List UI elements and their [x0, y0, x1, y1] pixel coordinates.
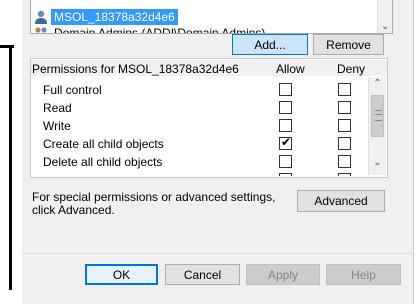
permission-row-partial [31, 171, 366, 176]
user-icon [33, 9, 49, 25]
security-dialog: MSOL_18378a32d4e6 Domain Admins (ADDI\Do… [22, 0, 413, 304]
permissions-list: Full control Read Write Create all child… [31, 76, 366, 176]
permission-name: Delete all child objects [43, 155, 163, 169]
principal-name: Domain Admins (ADDI\Domain Admins) [54, 26, 266, 34]
permission-name: Read [43, 101, 72, 115]
permissions-scrollbar[interactable]: ⌃ ⌄ [368, 77, 386, 175]
ok-button[interactable]: OK [85, 264, 158, 285]
permissions-for-label: Permissions for MSOL_18378a32d4e6 [32, 62, 239, 76]
permission-row-write: Write [31, 117, 366, 135]
permission-name: Full control [43, 83, 102, 97]
chevron-up-icon[interactable]: ⌃ [372, 78, 383, 92]
allow-checkbox[interactable] [279, 155, 292, 168]
add-button[interactable]: Add... [232, 34, 308, 55]
permission-row-delete-all-child-objects: Delete all child objects [31, 153, 366, 171]
check-icon: ✔ [281, 135, 292, 149]
special-permissions-hint: For special permissions or advanced sett… [32, 190, 276, 217]
allow-checkbox[interactable] [279, 119, 292, 132]
list-item-principal-domain-admins[interactable]: Domain Admins (ADDI\Domain Admins) [33, 25, 268, 34]
deny-checkbox[interactable] [338, 173, 351, 176]
allow-checkbox[interactable] [279, 83, 292, 96]
permission-row-full-control: Full control [31, 81, 366, 99]
group-icon [33, 25, 49, 33]
deny-checkbox[interactable] [338, 137, 351, 150]
allow-checkbox[interactable]: ✔ [279, 135, 292, 150]
permission-row-create-all-child-objects: Create all child objects ✔ [31, 135, 366, 153]
permission-row-read: Read [31, 99, 366, 117]
principal-name: MSOL_18378a32d4e6 [51, 9, 178, 25]
allow-column-header: Allow [276, 62, 305, 76]
chevron-down-icon[interactable]: ⌄ [372, 157, 383, 171]
scrollbar-thumb[interactable] [371, 95, 384, 137]
permission-name: Create all child objects [43, 137, 164, 151]
advanced-button[interactable]: Advanced [297, 190, 385, 212]
apply-button[interactable]: Apply [246, 264, 320, 285]
deny-checkbox[interactable] [338, 155, 351, 168]
cancel-button[interactable]: Cancel [165, 264, 240, 285]
allow-checkbox[interactable] [279, 101, 292, 114]
list-item-principal-msol[interactable]: MSOL_18378a32d4e6 [33, 9, 178, 25]
chevron-down-icon[interactable]: ⌄ [381, 21, 389, 32]
separator [22, 253, 413, 254]
remove-button[interactable]: Remove [313, 34, 384, 55]
principal-list-scrollbar[interactable]: ⌄ [377, 0, 392, 33]
grip-icon [375, 110, 382, 121]
deny-checkbox[interactable] [338, 101, 351, 114]
deny-checkbox[interactable] [338, 83, 351, 96]
deny-column-header: Deny [337, 62, 366, 76]
deny-checkbox[interactable] [338, 119, 351, 132]
allow-checkbox[interactable] [279, 173, 292, 176]
window-frame-right [413, 0, 414, 304]
group-or-user-list[interactable]: MSOL_18378a32d4e6 Domain Admins (ADDI\Do… [30, 0, 393, 34]
permission-name: Write [43, 119, 71, 133]
background-window-edge [9, 45, 12, 290]
help-button[interactable]: Help [326, 264, 401, 285]
